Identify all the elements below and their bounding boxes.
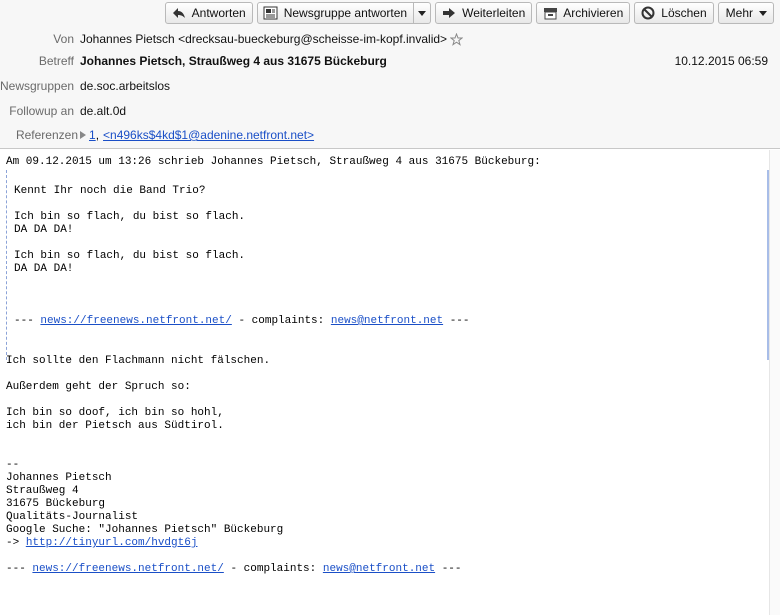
subject-row: Betreff Johannes Pietsch, Straußweg 4 au… [0,52,780,70]
followup-label: Followup an [9,104,74,118]
forward-label: Weiterleiten [462,6,526,20]
delete-prohibit-icon [640,5,656,21]
message-footer: --- news://freenews.netfront.net/ - comp… [6,563,462,576]
signature-line-5: Google Suche: "Johannes Pietsch" Bückebu… [6,524,284,536]
reference-link-2[interactable]: <n496ks$4kd$1@adenine.netfront.net> [103,128,314,142]
quote-line-1: Kennt Ihr noch die Band Trio? [14,185,206,197]
signature-line-4: Qualitäts-Journalist [6,511,139,523]
signature-line-6: -> http://tinyurl.com/hvdgt6j [6,537,197,550]
newsgroups-row: Newsgruppen de.soc.arbeitslos [0,77,780,95]
quote-line-4: Ich bin so flach, du bist so flach. [14,250,246,262]
quote-footer-news-link[interactable]: news://freenews.netfront.net/ [40,315,231,327]
newsgroups-value[interactable]: de.soc.arbeitslos [80,79,170,93]
from-label: Von [53,32,74,46]
archive-box-icon [542,5,558,21]
newsgroups-label: Newsgruppen [0,79,75,93]
body-line-1: Ich sollte den Flachmann nicht fälschen. [6,355,271,367]
quote-line-2: Ich bin so flach, du bist so flach. [14,211,246,223]
followup-value[interactable]: de.alt.0d [80,104,126,118]
message-header: Antworten Newsgruppe antworten Weiterlei… [0,0,780,149]
reply-newsgroup-button[interactable]: Newsgruppe antworten [256,2,415,24]
message-scrollbar[interactable] [769,150,780,615]
signature-tinyurl-link[interactable]: http://tinyurl.com/hvdgt6j [26,537,198,549]
reply-group-split: Newsgruppe antworten [256,2,432,24]
chevron-down-icon [418,10,427,16]
references-row: Referenzen 1 , <n496ks$4kd$1@adenine.net… [0,126,780,144]
followup-row: Followup an de.alt.0d [0,102,780,120]
references-toggle-icon[interactable] [80,131,86,139]
message-body: Am 09.12.2015 um 13:26 schrieb Johannes … [0,150,780,615]
signature-line-2: Straußweg 4 [6,485,79,497]
more-chevron-down-icon [759,10,767,16]
quote-line-3: DA DA DA! [14,224,74,236]
footer-news-link[interactable]: news://freenews.netfront.net/ [32,563,223,575]
message-toolbar: Antworten Newsgruppe antworten Weiterlei… [164,2,774,24]
archive-label: Archivieren [563,6,624,20]
forward-arrow-icon [441,5,457,21]
reply-newsgroup-dropdown[interactable] [414,2,432,24]
reference-separator: , [95,128,100,142]
delete-label: Löschen [661,6,707,20]
quote-footer-prefix: --- [14,315,41,327]
quote-footer-mid: - complaints: [231,315,331,327]
reply-arrow-icon [171,5,187,21]
quote-line-5: DA DA DA! [14,263,74,275]
reply-newsgroup-label: Newsgruppe antworten [283,6,408,20]
body-line-2: Außerdem geht der Spruch so: [6,381,191,393]
archive-button[interactable]: Archivieren [536,2,631,24]
quote-footer-suffix: --- [443,315,470,327]
message-date: 10.12.2015 06:59 [674,54,768,68]
delete-button[interactable]: Löschen [634,2,714,24]
reply-label: Antworten [191,6,246,20]
newsgroup-icon [263,5,279,21]
body-line-4: ich bin der Pietsch aus Südtirol. [6,420,224,432]
star-icon[interactable] [450,32,464,46]
signature-line-3: 31675 Bückeburg [6,498,106,510]
signature-separator: -- [6,459,20,471]
signature-arrow: -> [6,537,26,549]
footer-mail-link[interactable]: news@netfront.net [323,563,435,575]
forward-button[interactable]: Weiterleiten [435,2,533,24]
attribution-line: Am 09.12.2015 um 13:26 schrieb Johannes … [6,156,541,168]
reply-button[interactable]: Antworten [164,2,253,24]
references-label: Referenzen [15,128,78,142]
subject-value: Johannes Pietsch, Straußweg 4 aus 31675 … [80,54,387,68]
quote-footer-mail-link[interactable]: news@netfront.net [331,315,443,327]
reference-link-1[interactable]: 1 [89,128,96,142]
subject-label: Betreff [38,54,74,68]
footer-suffix: --- [435,563,462,575]
from-row: Von Johannes Pietsch <drecksau-bueckebur… [0,30,780,48]
quoted-message: Kennt Ihr noch die Band Trio? Ich bin so… [6,170,769,360]
footer-prefix: --- [6,563,33,575]
from-value[interactable]: Johannes Pietsch <drecksau-bueckeburg@sc… [80,32,447,46]
body-line-3: Ich bin so doof, ich bin so hohl, [6,407,224,419]
footer-mid: - complaints: [223,563,323,575]
more-button[interactable]: Mehr [717,2,774,24]
quote-footer: --- news://freenews.netfront.net/ - comp… [14,315,470,328]
more-label: Mehr [725,6,753,20]
signature-line-1: Johannes Pietsch [6,472,112,484]
